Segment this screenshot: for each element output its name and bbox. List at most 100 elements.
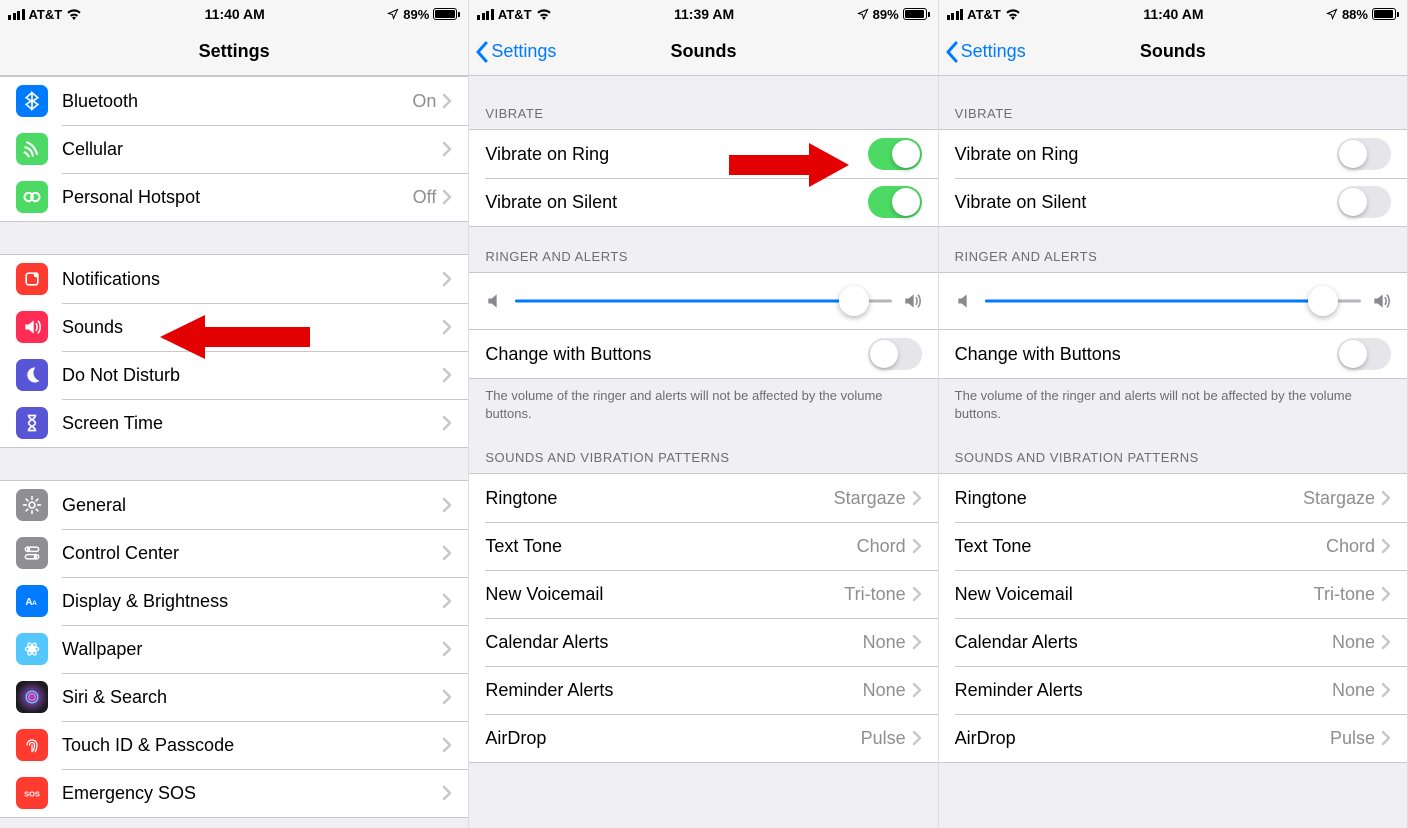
phone-2-sounds-on: AT&T 11:39 AM 89% Settings Sounds VIBRAT… bbox=[469, 0, 938, 828]
row-cellular[interactable]: Cellular bbox=[0, 125, 468, 173]
toggle-vibrate-on-ring[interactable] bbox=[868, 138, 922, 170]
row-text-tone[interactable]: Text Tone Chord bbox=[939, 522, 1407, 570]
sounds-scroll[interactable]: VIBRATE Vibrate on Ring Vibrate on Silen… bbox=[469, 76, 937, 828]
row-ringtone[interactable]: Ringtone Stargaze bbox=[939, 474, 1407, 522]
row-reminder-alerts[interactable]: Reminder Alerts None bbox=[939, 666, 1407, 714]
ringer-footer: The volume of the ringer and alerts will… bbox=[469, 379, 937, 428]
row-personal-hotspot[interactable]: Personal Hotspot Off bbox=[0, 173, 468, 221]
row-airdrop[interactable]: AirDrop Pulse bbox=[469, 714, 937, 762]
row-change-with-buttons[interactable]: Change with Buttons bbox=[939, 330, 1407, 378]
row-value: Pulse bbox=[861, 728, 906, 749]
toggle-vibrate-on-silent[interactable] bbox=[868, 186, 922, 218]
row-label: Touch ID & Passcode bbox=[62, 735, 442, 756]
volume-slider[interactable] bbox=[985, 287, 1361, 315]
carrier-label: AT&T bbox=[967, 7, 1001, 22]
chevron-right-icon bbox=[1381, 586, 1391, 602]
volume-high-icon bbox=[902, 291, 922, 311]
row-screen-time[interactable]: Screen Time bbox=[0, 399, 468, 447]
location-icon bbox=[857, 8, 869, 20]
chevron-right-icon bbox=[1381, 634, 1391, 650]
patterns-list: Ringtone Stargaze Text Tone Chord New Vo… bbox=[469, 473, 937, 763]
battery-icon bbox=[903, 8, 930, 20]
row-label: Emergency SOS bbox=[62, 783, 442, 804]
chevron-right-icon bbox=[442, 545, 452, 561]
signal-bars-icon bbox=[8, 9, 25, 20]
row-display-brightness[interactable]: AA Display & Brightness bbox=[0, 577, 468, 625]
row-siri-search[interactable]: Siri & Search bbox=[0, 673, 468, 721]
row-touch-id-passcode[interactable]: Touch ID & Passcode bbox=[0, 721, 468, 769]
row-notifications[interactable]: Notifications bbox=[0, 255, 468, 303]
settings-group-2: Notifications Sounds Do Not Disturb Scre… bbox=[0, 254, 468, 448]
row-label: Screen Time bbox=[62, 413, 442, 434]
row-label: Change with Buttons bbox=[955, 344, 1337, 365]
chevron-right-icon bbox=[442, 737, 452, 753]
toggle-change-with-buttons[interactable] bbox=[1337, 338, 1391, 370]
row-value: Pulse bbox=[1330, 728, 1375, 749]
sounds-scroll[interactable]: VIBRATE Vibrate on Ring Vibrate on Silen… bbox=[939, 76, 1407, 828]
row-control-center[interactable]: Control Center bbox=[0, 529, 468, 577]
row-calendar-alerts[interactable]: Calendar Alerts None bbox=[939, 618, 1407, 666]
row-change-with-buttons[interactable]: Change with Buttons bbox=[469, 330, 937, 378]
row-sounds[interactable]: Sounds bbox=[0, 303, 468, 351]
row-do-not-disturb[interactable]: Do Not Disturb bbox=[0, 351, 468, 399]
row-general[interactable]: General bbox=[0, 481, 468, 529]
row-label: Ringtone bbox=[955, 488, 1303, 509]
row-value: None bbox=[1332, 680, 1375, 701]
battery-icon bbox=[1372, 8, 1399, 20]
carrier-label: AT&T bbox=[29, 7, 63, 22]
settings-scroll[interactable]: Bluetooth On Cellular Personal Hotspot O… bbox=[0, 76, 468, 828]
row-vibrate-on-ring[interactable]: Vibrate on Ring bbox=[939, 130, 1407, 178]
volume-low-icon bbox=[955, 291, 975, 311]
volume-slider[interactable] bbox=[515, 287, 891, 315]
chevron-right-icon bbox=[442, 271, 452, 287]
row-label: General bbox=[62, 495, 442, 516]
back-button[interactable]: Settings bbox=[475, 28, 556, 75]
nav-bar: Settings bbox=[0, 28, 468, 76]
row-bluetooth[interactable]: Bluetooth On bbox=[0, 77, 468, 125]
row-volume-slider bbox=[469, 273, 937, 329]
phone-1-settings: AT&T 11:40 AM 89% Settings Bluetooth On … bbox=[0, 0, 469, 828]
page-title: Settings bbox=[199, 41, 270, 62]
chevron-right-icon bbox=[912, 730, 922, 746]
row-value: None bbox=[863, 680, 906, 701]
row-vibrate-on-silent[interactable]: Vibrate on Silent bbox=[469, 178, 937, 226]
row-vibrate-on-silent[interactable]: Vibrate on Silent bbox=[939, 178, 1407, 226]
row-label: AirDrop bbox=[955, 728, 1330, 749]
row-label: Change with Buttons bbox=[485, 344, 867, 365]
back-label: Settings bbox=[961, 41, 1026, 62]
signal-bars-icon bbox=[477, 9, 494, 20]
chevron-right-icon bbox=[912, 490, 922, 506]
cellular-icon bbox=[16, 133, 48, 165]
battery-pct: 88% bbox=[1342, 7, 1368, 22]
volume-high-icon bbox=[1371, 291, 1391, 311]
moon-icon bbox=[16, 359, 48, 391]
row-emergency-sos[interactable]: SOS Emergency SOS bbox=[0, 769, 468, 817]
toggle-change-with-buttons[interactable] bbox=[868, 338, 922, 370]
row-text-tone[interactable]: Text Tone Chord bbox=[469, 522, 937, 570]
chevron-right-icon bbox=[442, 593, 452, 609]
row-calendar-alerts[interactable]: Calendar Alerts None bbox=[469, 618, 937, 666]
row-label: Cellular bbox=[62, 139, 442, 160]
row-value: Chord bbox=[857, 536, 906, 557]
row-label: AirDrop bbox=[485, 728, 860, 749]
row-new-voicemail[interactable]: New Voicemail Tri-tone bbox=[939, 570, 1407, 618]
chevron-right-icon bbox=[1381, 490, 1391, 506]
nav-bar: Settings Sounds bbox=[939, 28, 1407, 76]
row-wallpaper[interactable]: Wallpaper bbox=[0, 625, 468, 673]
sos-icon: SOS bbox=[16, 777, 48, 809]
row-airdrop[interactable]: AirDrop Pulse bbox=[939, 714, 1407, 762]
chevron-right-icon bbox=[912, 586, 922, 602]
phone-3-sounds-off: AT&T 11:40 AM 88% Settings Sounds VIBRAT… bbox=[939, 0, 1408, 828]
row-reminder-alerts[interactable]: Reminder Alerts None bbox=[469, 666, 937, 714]
toggle-vibrate-on-ring[interactable] bbox=[1337, 138, 1391, 170]
back-button[interactable]: Settings bbox=[945, 28, 1026, 75]
page-title: Sounds bbox=[1140, 41, 1206, 62]
row-vibrate-on-ring[interactable]: Vibrate on Ring bbox=[469, 130, 937, 178]
toggle-vibrate-on-silent[interactable] bbox=[1337, 186, 1391, 218]
chevron-right-icon bbox=[442, 785, 452, 801]
row-label: Text Tone bbox=[955, 536, 1326, 557]
row-label: Control Center bbox=[62, 543, 442, 564]
row-new-voicemail[interactable]: New Voicemail Tri-tone bbox=[469, 570, 937, 618]
row-label: Display & Brightness bbox=[62, 591, 442, 612]
row-ringtone[interactable]: Ringtone Stargaze bbox=[469, 474, 937, 522]
